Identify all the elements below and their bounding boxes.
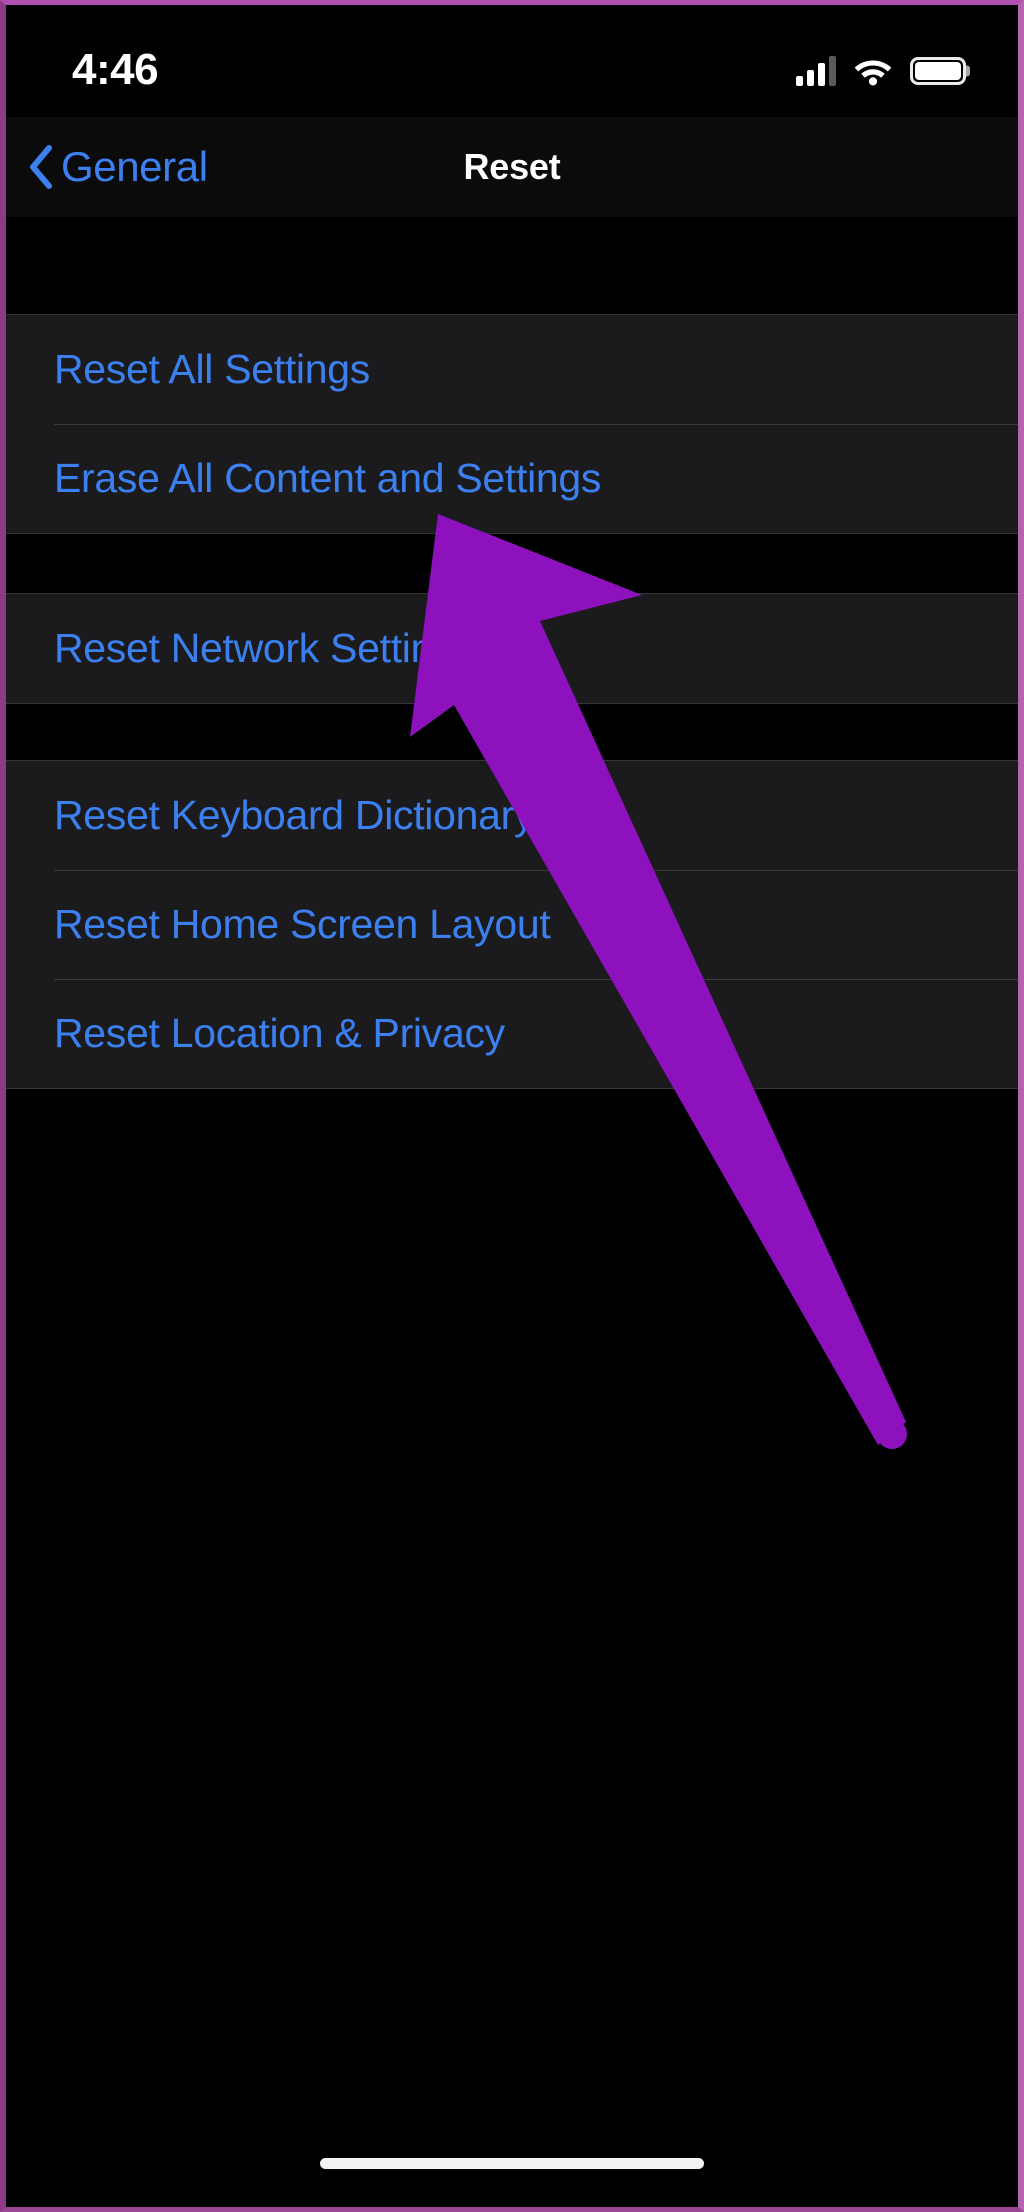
phone-screen: 4:46 General Reset Reset All Settings Er… <box>0 0 1024 2212</box>
spacer-between-group-1-and-2 <box>6 534 1018 593</box>
row-label: Reset Home Screen Layout <box>54 901 551 947</box>
row-label: Reset Network Settings <box>54 625 476 671</box>
row-erase-all-content-and-settings[interactable]: Erase All Content and Settings <box>6 424 1018 533</box>
row-reset-home-screen-layout[interactable]: Reset Home Screen Layout <box>6 870 1018 979</box>
row-reset-network-settings[interactable]: Reset Network Settings <box>6 594 1018 703</box>
status-bar: 4:46 <box>6 5 1018 117</box>
battery-icon <box>910 57 970 85</box>
status-bar-time: 4:46 <box>72 45 159 94</box>
network-group: Reset Network Settings <box>6 593 1018 704</box>
reset-settings-group: Reset All Settings Erase All Content and… <box>6 314 1018 534</box>
spacer-above-first-group <box>6 217 1018 314</box>
navigation-bar: General Reset <box>6 117 1018 217</box>
misc-reset-group: Reset Keyboard Dictionary Reset Home Scr… <box>6 760 1018 1089</box>
row-label: Reset Location & Privacy <box>54 1010 505 1056</box>
row-label: Erase All Content and Settings <box>54 455 602 501</box>
row-label: Reset All Settings <box>54 346 370 392</box>
page-title: Reset <box>463 146 561 187</box>
row-label: Reset Keyboard Dictionary <box>54 792 535 838</box>
wifi-icon <box>853 56 893 86</box>
home-indicator[interactable] <box>320 2158 704 2169</box>
row-reset-location-and-privacy[interactable]: Reset Location & Privacy <box>6 979 1018 1088</box>
row-reset-all-settings[interactable]: Reset All Settings <box>6 315 1018 424</box>
row-reset-keyboard-dictionary[interactable]: Reset Keyboard Dictionary <box>6 761 1018 870</box>
status-bar-icons <box>796 56 970 86</box>
cellular-signal-icon <box>796 56 836 86</box>
settings-list: Reset All Settings Erase All Content and… <box>6 217 1018 2207</box>
spacer-between-group-2-and-3 <box>6 704 1018 760</box>
